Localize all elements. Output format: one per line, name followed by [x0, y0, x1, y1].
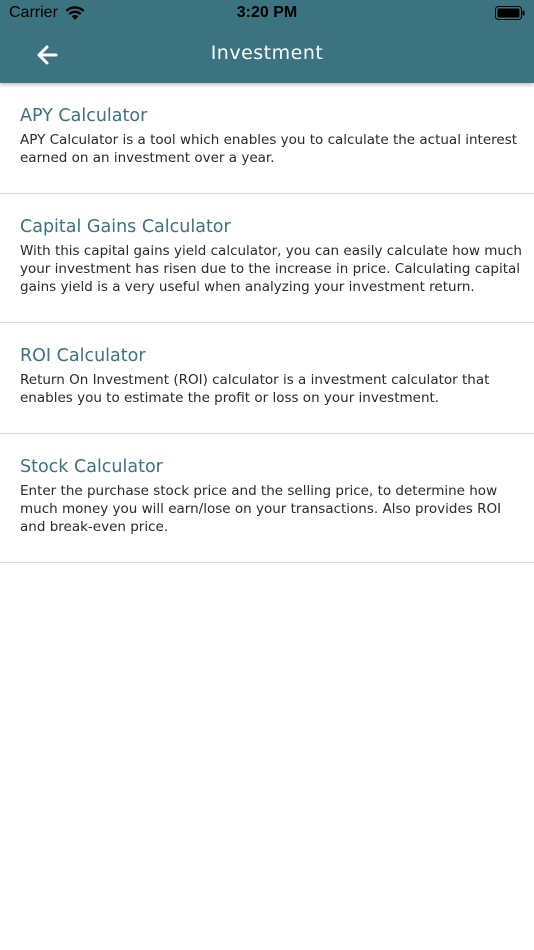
item-description: Return On Investment (ROI) calculator is…	[20, 372, 490, 406]
app-screen: Carrier 3:20 PM Investment APY Calculato…	[0, 0, 534, 950]
status-time: 3:20 PM	[236, 4, 298, 21]
item-title: ROI Calculator	[20, 346, 146, 366]
status-bar: Carrier 3:20 PM	[0, 0, 534, 28]
list-item-stock-calculator[interactable]: Stock Calculator Enter the purchase stoc…	[0, 434, 534, 563]
list-item-roi-calculator[interactable]: ROI Calculator Return On Investment (ROI…	[0, 323, 534, 434]
calculator-list: APY Calculator APY Calculator is a tool …	[0, 83, 534, 563]
item-description: With this capital gains yield calculator…	[20, 243, 522, 295]
item-title: Capital Gains Calculator	[20, 217, 231, 237]
nav-bar: Investment	[0, 28, 534, 83]
page-title: Investment	[210, 42, 324, 64]
item-title: Stock Calculator	[20, 457, 163, 477]
battery-icon	[495, 6, 525, 20]
item-description: Enter the purchase stock price and the s…	[20, 483, 502, 535]
item-title: APY Calculator	[20, 106, 148, 126]
list-item-capital-gains-calculator[interactable]: Capital Gains Calculator With this capit…	[0, 194, 534, 323]
top-bar: Carrier 3:20 PM Investment	[0, 0, 534, 83]
list-item-apy-calculator[interactable]: APY Calculator APY Calculator is a tool …	[0, 83, 534, 194]
item-description: APY Calculator is a tool which enables y…	[20, 132, 518, 166]
